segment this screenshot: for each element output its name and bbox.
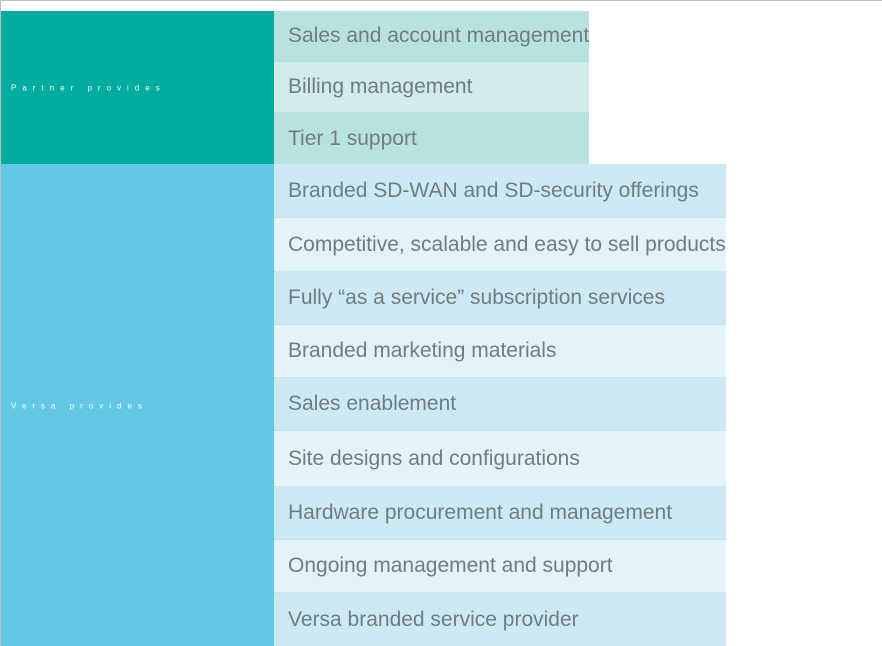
versa-group: Versa provides Branded SD-WAN and SD-sec… xyxy=(1,164,726,646)
group-label-cell: Versa provides xyxy=(1,164,274,646)
group-label-cell: Partner provides xyxy=(1,11,274,164)
list-item: Fully “as a service” subscription servic… xyxy=(274,272,726,325)
list-item: Sales and account management xyxy=(274,11,590,62)
group-label: Versa provides xyxy=(11,401,148,410)
group-items: Branded SD-WAN and SD-security offerings… xyxy=(274,164,726,646)
list-item: Hardware procurement and management xyxy=(274,487,726,540)
list-item: Versa branded service provider xyxy=(274,593,726,646)
list-item: Branded marketing materials xyxy=(274,325,726,378)
list-item: Tier 1 support xyxy=(274,113,590,164)
partner-group: Partner provides Sales and account manag… xyxy=(1,11,590,164)
list-item: Ongoing management and support xyxy=(274,540,726,593)
list-item: Site designs and configurations xyxy=(274,431,726,487)
list-item: Competitive, scalable and easy to sell p… xyxy=(274,218,726,272)
group-label: Partner provides xyxy=(11,83,166,92)
group-items: Sales and account management Billing man… xyxy=(274,11,590,164)
list-item: Sales enablement xyxy=(274,378,726,431)
list-item: Billing management xyxy=(274,62,590,113)
responsibility-table: Partner provides Sales and account manag… xyxy=(0,0,882,646)
list-item: Branded SD-WAN and SD-security offerings xyxy=(274,164,726,218)
